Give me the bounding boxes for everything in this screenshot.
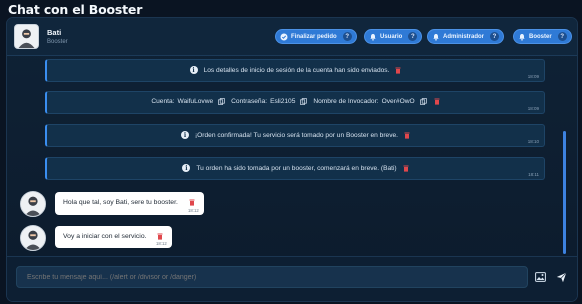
admin-button[interactable]: Administrador ? <box>427 29 505 44</box>
help-icon[interactable]: ? <box>408 32 418 41</box>
info-icon: i <box>189 66 198 74</box>
account-label: Cuenta: <box>151 98 175 105</box>
booster-button[interactable]: Booster ? <box>513 29 572 44</box>
chat-panel: Bati Booster Finalizar pedido ? Usuario … <box>6 17 578 302</box>
image-icon[interactable] <box>534 271 546 283</box>
user-button[interactable]: Usuario ? <box>364 29 423 44</box>
avatar <box>14 24 39 49</box>
system-message-text: Tu orden ha sido tomada por un booster, … <box>196 164 397 172</box>
password-label: Contraseña: <box>231 98 268 105</box>
message-time: 18:12 <box>156 241 167 246</box>
trash-icon[interactable] <box>434 98 440 105</box>
help-icon[interactable]: ? <box>557 32 567 41</box>
message-input[interactable] <box>16 266 528 288</box>
user-role: Booster <box>47 39 68 45</box>
chat-header: Bati Booster Finalizar pedido ? Usuario … <box>7 18 577 56</box>
admin-button-label: Administrador <box>443 33 485 40</box>
trash-icon[interactable] <box>189 199 195 208</box>
booster-button-label: Booster <box>529 33 552 40</box>
scrollbar[interactable] <box>563 131 566 254</box>
bell-icon <box>518 33 526 41</box>
copy-icon[interactable] <box>419 98 427 105</box>
system-message: i ¡Orden confirmada! Tu servicio será to… <box>45 124 545 147</box>
bell-icon <box>369 33 377 41</box>
system-message-text: ¡Orden confirmada! Tu servicio será toma… <box>194 131 399 139</box>
summoner-label: Nombre de Invocador: <box>313 98 379 105</box>
user-name: Bati <box>47 28 62 37</box>
finalize-order-label: Finalizar pedido <box>291 33 337 40</box>
system-message: i Tu orden ha sido tomada por un booster… <box>45 157 545 180</box>
system-message: i Los detalles de inicio de sesión de la… <box>45 59 545 82</box>
message-time: 18:09 <box>527 106 539 111</box>
help-icon[interactable]: ? <box>342 32 352 41</box>
check-circle-icon <box>280 33 288 41</box>
copy-icon[interactable] <box>218 98 225 105</box>
finalize-order-button[interactable]: Finalizar pedido ? <box>275 29 357 44</box>
avatar <box>20 191 46 217</box>
message-time: 18:11 <box>528 172 539 177</box>
message-time: 18:09 <box>527 74 539 79</box>
system-message-text: Los detalles de inicio de sesión de la c… <box>203 66 390 74</box>
message-time: 18:10 <box>527 139 539 144</box>
summoner-value: Over#OwO <box>381 98 415 105</box>
info-icon: i <box>180 131 189 139</box>
chat-message-text: Voy a iniciar con el servicio. <box>63 233 147 240</box>
message-time: 18:12 <box>188 208 199 213</box>
chat-bubble: Voy a iniciar con el servicio. 18:12 <box>55 226 172 248</box>
send-icon[interactable] <box>555 271 567 283</box>
avatar <box>20 225 46 251</box>
bell-icon <box>432 33 440 41</box>
page-title: Chat con el Booster <box>8 2 143 17</box>
trash-icon[interactable] <box>404 132 410 139</box>
account-value: WaifuLovwe <box>177 98 214 105</box>
trash-icon[interactable] <box>403 165 409 172</box>
chat-bubble: Hola que tal, soy Bati, sere tu booster.… <box>55 192 204 215</box>
copy-icon[interactable] <box>300 98 308 105</box>
help-icon[interactable]: ? <box>490 32 500 41</box>
info-icon: i <box>182 164 191 172</box>
password-value: Esli2105 <box>270 98 296 105</box>
chat-message-text: Hola que tal, soy Bati, sere tu booster. <box>63 199 178 206</box>
user-button-label: Usuario <box>380 33 403 40</box>
message-composer <box>7 256 577 301</box>
trash-icon[interactable] <box>395 67 401 74</box>
system-message: Cuenta: WaifuLovwe Contraseña: Esli2105 … <box>45 91 545 114</box>
